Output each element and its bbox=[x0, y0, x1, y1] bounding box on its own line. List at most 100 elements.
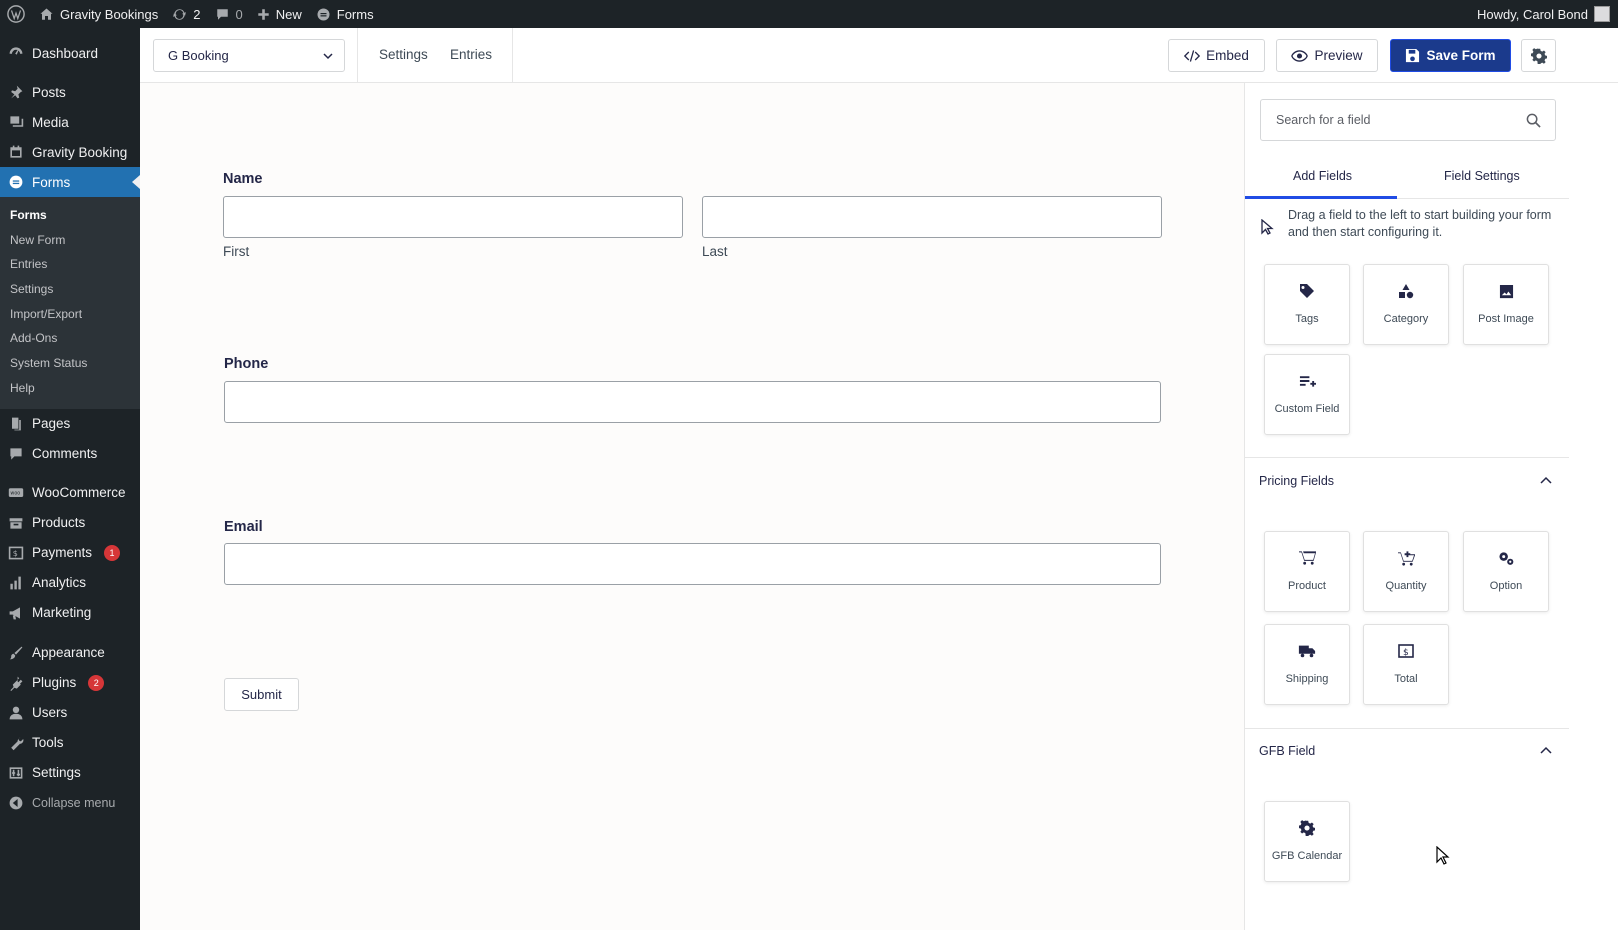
chevron-up-icon[interactable] bbox=[1539, 745, 1553, 755]
sidebar-item-marketing[interactable]: Marketing bbox=[0, 598, 140, 628]
submenu-item-forms[interactable]: Forms bbox=[0, 203, 140, 228]
submenu-item-help[interactable]: Help bbox=[0, 376, 140, 401]
calendar-icon bbox=[8, 144, 24, 160]
submenu-item-system-status[interactable]: System Status bbox=[0, 351, 140, 376]
sidebar-item-settings[interactable]: Settings bbox=[0, 758, 140, 788]
paintbrush-icon bbox=[8, 645, 24, 661]
sidebar-item-media[interactable]: Media bbox=[0, 107, 140, 137]
sidebar-label: Media bbox=[32, 114, 69, 130]
updates-icon bbox=[173, 8, 187, 20]
field-tile-tags[interactable]: Tags bbox=[1264, 264, 1350, 345]
pricing-fields-title[interactable]: Pricing Fields bbox=[1259, 474, 1334, 488]
updates-count: 2 bbox=[193, 6, 201, 22]
submit-button[interactable]: Submit bbox=[224, 678, 299, 711]
embed-button[interactable]: Embed bbox=[1168, 39, 1265, 72]
field-tile-product[interactable]: Product bbox=[1264, 531, 1350, 612]
tab-field-settings[interactable]: Field Settings bbox=[1444, 169, 1520, 183]
tab-add-fields[interactable]: Add Fields bbox=[1293, 169, 1352, 183]
new-label: New bbox=[275, 6, 302, 22]
woocommerce-icon: woo bbox=[8, 485, 24, 501]
field-tile-custom-field[interactable]: Custom Field bbox=[1264, 354, 1350, 435]
settings-link[interactable]: Settings bbox=[379, 47, 428, 62]
field-search-input[interactable]: Search for a field bbox=[1260, 99, 1556, 141]
field-tile-option[interactable]: Option bbox=[1463, 531, 1549, 612]
sidebar-item-woocommerce[interactable]: woo WooCommerce bbox=[0, 478, 140, 508]
section-divider bbox=[1245, 728, 1569, 729]
field-sidebar-panel: Search for a field Add Fields Field Sett… bbox=[1244, 83, 1618, 930]
gear-icon bbox=[1530, 47, 1547, 64]
sidebar-item-users[interactable]: Users bbox=[0, 698, 140, 728]
collapse-menu-button[interactable]: Collapse menu bbox=[0, 788, 140, 818]
truck-icon bbox=[1298, 642, 1316, 660]
save-form-button[interactable]: Save Form bbox=[1390, 39, 1511, 72]
submenu-item-new-form[interactable]: New Form bbox=[0, 228, 140, 253]
comment-bubble-icon bbox=[216, 8, 228, 20]
active-tab-indicator bbox=[1245, 196, 1397, 199]
sidebar-item-payments[interactable]: $ Payments 1 bbox=[0, 538, 140, 568]
sidebar-item-comments[interactable]: Comments bbox=[0, 439, 140, 469]
form-editor-toolbar: G Booking Settings Entries Embed Preview… bbox=[140, 28, 1618, 83]
home-icon bbox=[40, 8, 53, 20]
sidebar-item-pages[interactable]: Pages bbox=[0, 409, 140, 439]
updates-link[interactable]: 2 bbox=[165, 0, 207, 28]
field-tile-shipping[interactable]: Shipping bbox=[1264, 624, 1350, 705]
field-tile-quantity[interactable]: Quantity bbox=[1363, 531, 1449, 612]
field-tile-post-image[interactable]: Post Image bbox=[1463, 264, 1549, 345]
cart-icon bbox=[1298, 549, 1316, 567]
sidebar-item-products[interactable]: Products bbox=[0, 508, 140, 538]
sidebar-label: Tools bbox=[32, 735, 64, 750]
sidebar-item-analytics[interactable]: Analytics bbox=[0, 568, 140, 598]
sidebar-item-tools[interactable]: Tools bbox=[0, 728, 140, 758]
gear-icon bbox=[1299, 819, 1315, 837]
name-first-input[interactable] bbox=[223, 196, 683, 238]
section-divider bbox=[1245, 457, 1569, 458]
payments-badge: 1 bbox=[104, 544, 121, 561]
comments-link[interactable]: 0 bbox=[208, 0, 250, 28]
field-tile-category[interactable]: Category bbox=[1363, 264, 1449, 345]
save-form-label: Save Form bbox=[1426, 48, 1496, 63]
sidebar-item-gravity-booking[interactable]: Gravity Booking bbox=[0, 137, 140, 167]
sidebar-item-dashboard[interactable]: Dashboard bbox=[0, 38, 140, 68]
tile-label: Product bbox=[1288, 580, 1326, 592]
email-input[interactable] bbox=[224, 543, 1161, 585]
phone-input[interactable] bbox=[224, 381, 1161, 423]
chevron-up-icon[interactable] bbox=[1539, 475, 1553, 485]
name-last-input[interactable] bbox=[702, 196, 1162, 238]
form-switcher-value: G Booking bbox=[168, 48, 229, 63]
sidebar-label: Dashboard bbox=[32, 45, 99, 61]
dollar-icon: $ bbox=[8, 545, 24, 561]
user-account-link[interactable]: Howdy, Carol Bond bbox=[1477, 0, 1610, 28]
form-settings-gear-button[interactable] bbox=[1521, 39, 1556, 72]
submenu-item-import-export[interactable]: Import/Export bbox=[0, 302, 140, 327]
tile-label: Tags bbox=[1295, 313, 1319, 325]
field-tile-total[interactable]: $ Total bbox=[1363, 624, 1449, 705]
field-tile-gfb-calendar[interactable]: GFB Calendar bbox=[1264, 801, 1350, 882]
user-greeting: Howdy, Carol Bond bbox=[1476, 6, 1588, 22]
image-icon bbox=[1499, 282, 1514, 300]
gfb-field-title[interactable]: GFB Field bbox=[1259, 744, 1315, 758]
submenu-item-settings[interactable]: Settings bbox=[0, 277, 140, 302]
sidebar-item-forms[interactable]: Forms bbox=[0, 167, 140, 197]
wrench-icon bbox=[8, 735, 24, 751]
submenu-item-add-ons[interactable]: Add-Ons bbox=[0, 326, 140, 351]
site-name-link[interactable]: Gravity Bookings bbox=[32, 0, 165, 28]
new-content-link[interactable]: New bbox=[250, 0, 309, 28]
submenu-item-entries[interactable]: Entries bbox=[0, 252, 140, 277]
sidebar-label: Posts bbox=[32, 84, 66, 100]
drag-hint: Drag a field to the left to start buildi… bbox=[1260, 207, 1554, 253]
sidebar-item-posts[interactable]: Posts bbox=[0, 77, 140, 107]
collapse-arrow-icon bbox=[8, 795, 24, 811]
entries-link[interactable]: Entries bbox=[450, 47, 492, 62]
sidebar-label: Analytics bbox=[32, 575, 87, 590]
sidebar-label: Settings bbox=[32, 765, 81, 780]
drag-hint-text: Drag a field to the left to start buildi… bbox=[1288, 208, 1552, 239]
eye-icon bbox=[1291, 49, 1309, 62]
preview-button[interactable]: Preview bbox=[1276, 39, 1378, 72]
form-switcher-dropdown[interactable]: G Booking bbox=[153, 39, 345, 72]
sidebar-label: Payments bbox=[32, 545, 93, 560]
sidebar-item-appearance[interactable]: Appearance bbox=[0, 638, 140, 668]
sidebar-label: Comments bbox=[32, 446, 98, 461]
sidebar-item-plugins[interactable]: Plugins 2 bbox=[0, 668, 140, 698]
forms-link[interactable]: Forms bbox=[309, 0, 381, 28]
wordpress-logo-button[interactable] bbox=[0, 0, 32, 28]
